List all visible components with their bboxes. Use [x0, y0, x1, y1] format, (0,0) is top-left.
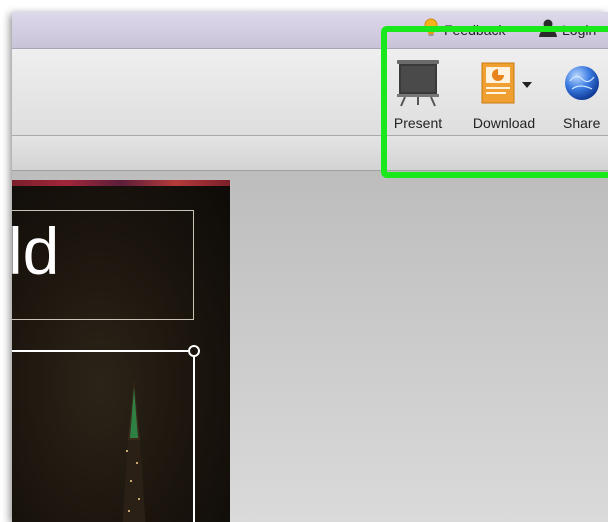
slide-preview[interactable]: ld: [12, 180, 230, 522]
selection-handle[interactable]: [188, 345, 200, 357]
present-label: Present: [393, 115, 443, 131]
present-button[interactable]: Present: [378, 59, 458, 131]
dropdown-arrow-icon[interactable]: [522, 76, 532, 94]
share-label: Share: [563, 115, 601, 131]
slide-top-stripe: [12, 180, 230, 186]
powerpoint-file-icon: [476, 59, 520, 112]
lightbulb-icon: [422, 18, 440, 41]
slide-title-text[interactable]: ld: [12, 218, 59, 284]
user-icon: [538, 18, 558, 41]
tower-image: [116, 380, 152, 522]
top-bar: Feedback Login: [12, 12, 608, 49]
selection-border-right: [193, 352, 195, 522]
globe-icon: [562, 63, 602, 108]
download-button[interactable]: Download: [464, 59, 544, 131]
share-button[interactable]: Share: [544, 59, 608, 131]
toolbar: Present Download Share: [12, 49, 608, 136]
selection-border-top: [12, 350, 193, 352]
download-label: Download: [472, 115, 536, 131]
sub-toolbar: [12, 136, 608, 171]
app-window: Feedback Login Present Download Share ld: [12, 12, 608, 522]
login-link[interactable]: Login: [538, 18, 596, 41]
login-label: Login: [562, 21, 597, 38]
feedback-link[interactable]: Feedback: [422, 18, 505, 41]
feedback-label: Feedback: [444, 21, 506, 38]
projector-screen-icon: [393, 58, 443, 113]
